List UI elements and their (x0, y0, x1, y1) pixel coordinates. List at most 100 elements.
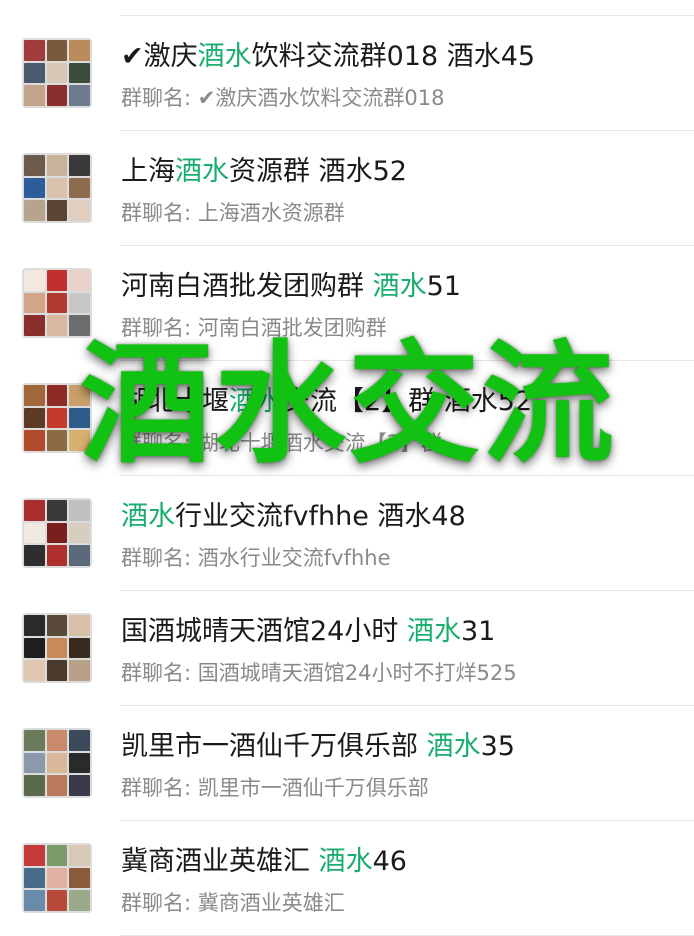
avatar-tile (24, 845, 45, 866)
avatar-tile (69, 730, 90, 751)
avatar-tile (69, 615, 90, 636)
title-text: 饮料交流群018 酒水45 (251, 41, 536, 72)
avatar-tile (24, 730, 45, 751)
group-title: 河南白酒批发团购群 酒水51 (121, 270, 461, 304)
avatar-tile (24, 522, 45, 544)
avatar-tile (46, 315, 68, 336)
avatar-tile (46, 62, 68, 84)
avatar-tile (46, 292, 68, 314)
title-keyword-highlight: 酒水 (197, 41, 252, 72)
avatar-tile (69, 85, 90, 106)
title-keyword-highlight: 酒水 (372, 271, 427, 302)
avatar-tile (46, 615, 68, 636)
avatar-tile (24, 660, 45, 681)
group-avatar (22, 498, 92, 568)
avatar-tile (24, 752, 45, 774)
group-chat-item[interactable]: 冀商酒业英雄汇 酒水46 群聊名: 冀商酒业英雄汇 (0, 821, 694, 936)
avatar-tile (24, 775, 45, 796)
avatar-tile (24, 292, 45, 314)
avatar-tile (69, 890, 90, 911)
avatar-tile (69, 407, 90, 429)
avatar-tile (69, 40, 90, 61)
avatar-tile (69, 270, 90, 291)
avatar-tile (46, 867, 68, 889)
avatar-tile (69, 177, 90, 199)
group-chat-item[interactable]: 上海酒水资源群 酒水52 群聊名: 上海酒水资源群 (0, 131, 694, 246)
avatar-tile (69, 545, 90, 566)
avatar-tile (24, 867, 45, 889)
avatar-tile (69, 292, 90, 314)
avatar-tile (46, 200, 68, 221)
group-chat-item[interactable]: 湖北十堰酒水交流【2】群 酒水52 群聊名: 湖北十堰酒水交流【2】群 (0, 361, 694, 476)
avatar-tile (69, 200, 90, 221)
avatar-tile (69, 430, 90, 451)
avatar-tile (24, 500, 45, 521)
avatar-tile (46, 407, 68, 429)
title-keyword-highlight: 酒水 (121, 501, 175, 532)
title-keyword-highlight: 酒水 (229, 386, 283, 417)
avatar-tile (69, 775, 90, 796)
avatar-tile (46, 845, 68, 866)
group-avatar (22, 383, 92, 453)
title-text: 资源群 酒水52 (229, 156, 407, 187)
group-avatar (22, 268, 92, 338)
group-name-subtitle: 群聊名: 湖北十堰酒水交流【2】群 (121, 431, 443, 455)
avatar-tile (24, 637, 45, 659)
group-chat-item[interactable]: 国酒城晴天酒馆24小时 酒水31 群聊名: 国酒城晴天酒馆24小时不打烊525 (0, 591, 694, 706)
avatar-tile (46, 890, 68, 911)
avatar-tile (46, 430, 68, 451)
avatar-tile (46, 637, 68, 659)
title-text: 冀商酒业英雄汇 (121, 846, 319, 877)
avatar-tile (46, 85, 68, 106)
group-name-subtitle: 群聊名: ✔激庆酒水饮料交流群018 (121, 86, 445, 110)
title-keyword-highlight: 酒水 (406, 616, 461, 647)
group-title: 酒水行业交流fvfhhe 酒水48 (121, 500, 466, 534)
avatar-tile (69, 522, 90, 544)
avatar-tile (46, 660, 68, 681)
group-name-subtitle: 群聊名: 冀商酒业英雄汇 (121, 891, 345, 915)
avatar-tile (69, 660, 90, 681)
group-chat-item[interactable]: 凯里市一酒仙千万俱乐部 酒水35 群聊名: 凯里市一酒仙千万俱乐部 (0, 706, 694, 821)
title-text: 河南白酒批发团购群 (121, 271, 373, 302)
group-name-subtitle: 群聊名: 国酒城晴天酒馆24小时不打烊525 (121, 661, 517, 685)
avatar-tile (46, 500, 68, 521)
avatar-tile (46, 40, 68, 61)
avatar-tile (46, 385, 68, 406)
avatar-tile (46, 545, 68, 566)
avatar-tile (69, 155, 90, 176)
group-title: 国酒城晴天酒馆24小时 酒水31 (121, 615, 495, 649)
group-chat-item[interactable]: 河南白酒批发团购群 酒水51 群聊名: 河南白酒批发团购群 (0, 246, 694, 361)
title-text: 行业交流fvfhhe 酒水48 (175, 501, 466, 532)
group-avatar (22, 613, 92, 683)
title-text: 31 (460, 616, 496, 647)
group-name-subtitle: 群聊名: 河南白酒批发团购群 (121, 316, 387, 340)
avatar-tile (69, 62, 90, 84)
avatar-tile (24, 615, 45, 636)
title-text: 上海 (121, 156, 175, 187)
avatar-tile (24, 62, 45, 84)
title-text: 国酒城晴天酒馆24小时 (121, 616, 407, 647)
avatar-tile (24, 155, 45, 176)
avatar-tile (24, 200, 45, 221)
group-avatar (22, 153, 92, 223)
group-avatar (22, 38, 92, 108)
group-name-subtitle: 群聊名: 凯里市一酒仙千万俱乐部 (121, 776, 429, 800)
group-chat-item[interactable]: ✔激庆酒水饮料交流群018 酒水45 群聊名: ✔激庆酒水饮料交流群018 (0, 16, 694, 131)
avatar-tile (24, 85, 45, 106)
avatar-tile (69, 500, 90, 521)
avatar-tile (69, 315, 90, 336)
group-name-subtitle: 群聊名: 上海酒水资源群 (121, 201, 345, 225)
group-title: 冀商酒业英雄汇 酒水46 (121, 845, 407, 879)
avatar-tile (24, 407, 45, 429)
avatar-tile (24, 270, 45, 291)
title-keyword-highlight: 酒水 (175, 156, 229, 187)
avatar-tile (24, 545, 45, 566)
group-chat-list: ✔激庆酒水饮料交流群018 酒水45 群聊名: ✔激庆酒水饮料交流群018 上海酒水… (0, 16, 694, 936)
avatar-tile (46, 730, 68, 751)
group-chat-item[interactable]: 酒水行业交流fvfhhe 酒水48 群聊名: 酒水行业交流fvfhhe (0, 476, 694, 591)
group-title: ✔激庆酒水饮料交流群018 酒水45 (121, 40, 535, 74)
group-avatar (22, 843, 92, 913)
avatar-tile (69, 845, 90, 866)
title-text: ✔激庆 (121, 41, 198, 72)
avatar-tile (24, 40, 45, 61)
